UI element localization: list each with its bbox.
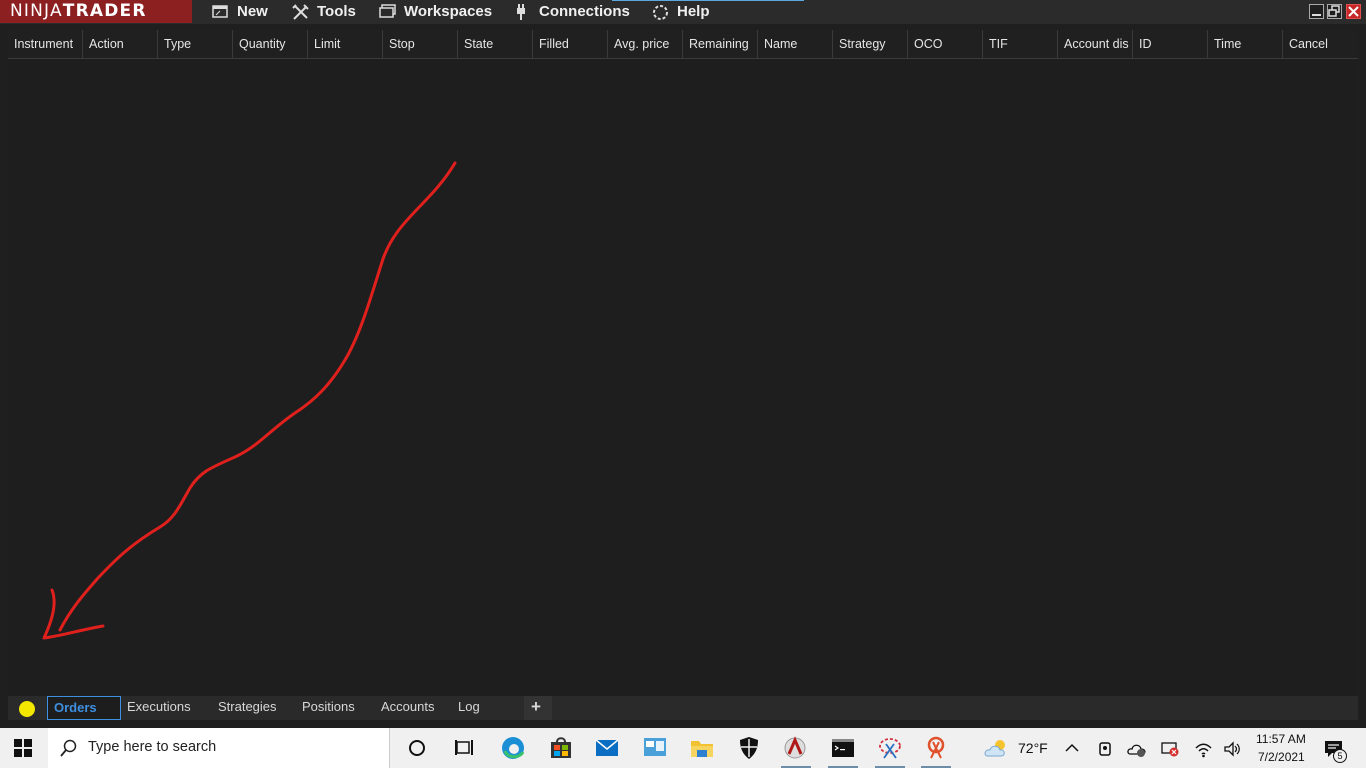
search-icon (60, 739, 77, 757)
taskbar-search-box[interactable]: Type here to search (48, 728, 390, 768)
network-warning-icon[interactable] (1160, 740, 1180, 758)
windows-start-icon[interactable] (14, 739, 33, 758)
file-explorer-icon[interactable] (690, 736, 714, 760)
snipping-tool-icon[interactable] (878, 736, 902, 760)
microsoft-store-icon[interactable] (549, 736, 573, 760)
annotation-arrow (42, 161, 457, 640)
onedrive-sync-icon[interactable] (1127, 740, 1147, 758)
weather-temperature[interactable]: 72°F (1018, 740, 1048, 756)
clock-date[interactable]: 7/2/2021 (1258, 750, 1305, 764)
tab-bar: Orders Executions Strategies Positions A… (8, 696, 1358, 720)
windows-security-icon[interactable] (737, 736, 761, 760)
add-tab-button[interactable]: + (524, 696, 552, 720)
chevron-up-icon[interactable] (1064, 740, 1080, 756)
tab-strategies[interactable]: Strategies (212, 696, 296, 720)
notification-count-badge: 5 (1333, 749, 1347, 763)
control-panel-icon[interactable] (643, 736, 667, 760)
command-prompt-icon[interactable] (831, 736, 855, 760)
search-placeholder: Type here to search (88, 739, 217, 755)
tab-positions[interactable]: Positions (296, 696, 375, 720)
mail-icon[interactable] (595, 736, 619, 760)
tab-executions[interactable]: Executions (121, 696, 211, 720)
snip-sketch-icon[interactable] (924, 736, 948, 760)
ninjatrader-taskbar-icon[interactable] (783, 736, 807, 760)
tab-orders[interactable]: Orders (47, 696, 121, 720)
volume-icon[interactable] (1223, 740, 1241, 758)
windows-taskbar: Type here to search 72°F 11:57 AM 7/2/20… (0, 728, 1366, 768)
task-view-icon[interactable] (452, 736, 476, 760)
tab-log[interactable]: Log (452, 696, 524, 720)
connection-status-indicator (19, 701, 35, 717)
meet-now-icon[interactable] (1096, 740, 1114, 758)
tab-accounts[interactable]: Accounts (375, 696, 453, 720)
clock-time[interactable]: 11:57 AM (1256, 732, 1306, 746)
cortana-icon[interactable] (405, 736, 429, 760)
weather-icon[interactable] (984, 738, 1010, 758)
edge-browser-icon[interactable] (501, 736, 525, 760)
wifi-icon[interactable] (1194, 740, 1212, 758)
